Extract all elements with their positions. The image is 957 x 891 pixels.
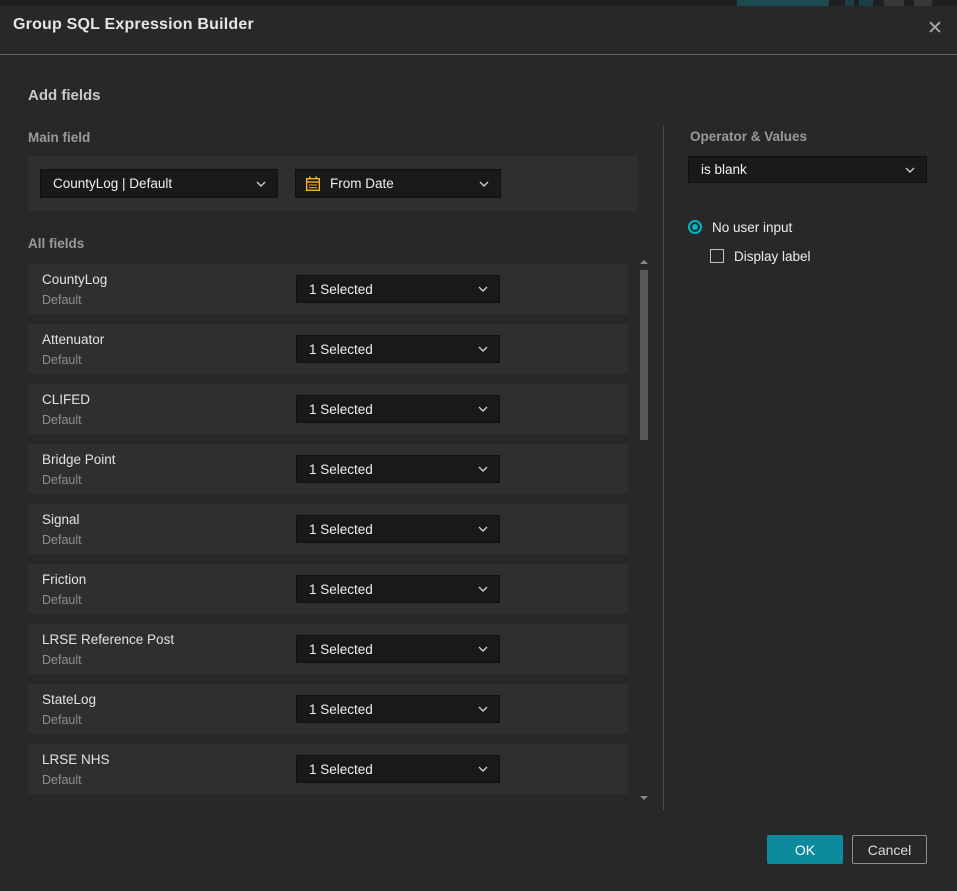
field-name: Attenuator — [42, 332, 104, 347]
field-name: Bridge Point — [42, 452, 116, 467]
field-selected-dropdown[interactable]: 1 Selected — [296, 635, 500, 663]
selected-count-value: 1 Selected — [297, 342, 373, 357]
ok-button[interactable]: OK — [767, 835, 843, 864]
no-user-input-option[interactable]: No user input — [688, 219, 792, 235]
selected-count-value: 1 Selected — [297, 402, 373, 417]
field-selected-dropdown[interactable]: 1 Selected — [296, 755, 500, 783]
field-name: LRSE NHS — [42, 752, 110, 767]
main-field-layer-select[interactable]: CountyLog | Default — [40, 169, 278, 198]
field-row: StateLog Default 1 Selected — [28, 684, 628, 734]
field-sublabel: Default — [42, 653, 82, 667]
background-fragment — [859, 0, 873, 6]
field-selected-dropdown[interactable]: 1 Selected — [296, 335, 500, 363]
operator-values-heading: Operator & Values — [690, 129, 807, 144]
field-selected-dropdown[interactable]: 1 Selected — [296, 275, 500, 303]
chevron-down-icon — [478, 406, 488, 412]
selected-count-value: 1 Selected — [297, 462, 373, 477]
display-label-label: Display label — [734, 249, 811, 264]
field-name: Signal — [42, 512, 80, 527]
selected-count-value: 1 Selected — [297, 282, 373, 297]
field-name: CLIFED — [42, 392, 90, 407]
selected-count-value: 1 Selected — [297, 642, 373, 657]
chevron-down-icon — [478, 286, 488, 292]
field-row: Bridge Point Default 1 Selected — [28, 444, 628, 494]
operator-select[interactable]: is blank — [688, 156, 927, 183]
field-sublabel: Default — [42, 593, 82, 607]
chevron-down-icon — [478, 766, 488, 772]
field-selected-dropdown[interactable]: 1 Selected — [296, 395, 500, 423]
radio-button[interactable] — [688, 220, 702, 234]
main-field-panel: CountyLog | Default From Date — [28, 156, 638, 211]
cancel-button[interactable]: Cancel — [852, 835, 927, 864]
background-fragment — [884, 0, 904, 6]
field-sublabel: Default — [42, 773, 82, 787]
field-row: Signal Default 1 Selected — [28, 504, 628, 554]
chevron-down-icon — [478, 646, 488, 652]
chevron-down-icon — [478, 586, 488, 592]
scroll-up-icon[interactable] — [640, 260, 648, 264]
field-name: StateLog — [42, 692, 96, 707]
chevron-down-icon — [256, 181, 266, 187]
radio-dot — [692, 224, 698, 230]
field-name: Friction — [42, 572, 86, 587]
scroll-down-icon[interactable] — [640, 796, 648, 800]
selected-count-value: 1 Selected — [297, 702, 373, 717]
checkbox[interactable] — [710, 249, 724, 263]
chevron-down-icon — [478, 526, 488, 532]
field-select-value: From Date — [321, 176, 394, 191]
background-fragment — [737, 0, 829, 6]
add-fields-heading: Add fields — [28, 87, 101, 104]
selected-count-value: 1 Selected — [297, 522, 373, 537]
chevron-down-icon — [478, 706, 488, 712]
field-name: LRSE Reference Post — [42, 632, 174, 647]
background-app-strip — [0, 0, 957, 6]
calendar-icon — [305, 176, 321, 192]
field-row: CountyLog Default 1 Selected — [28, 264, 628, 314]
field-name: CountyLog — [42, 272, 107, 287]
field-row: LRSE Reference Post Default 1 Selected — [28, 624, 628, 674]
selected-count-value: 1 Selected — [297, 762, 373, 777]
field-row: Friction Default 1 Selected — [28, 564, 628, 614]
chevron-down-icon — [479, 181, 489, 187]
all-fields-label: All fields — [28, 236, 84, 251]
field-row: Attenuator Default 1 Selected — [28, 324, 628, 374]
field-row: LRSE NHS Default 1 Selected — [28, 744, 628, 794]
field-sublabel: Default — [42, 353, 82, 367]
field-sublabel: Default — [42, 413, 82, 427]
list-scrollbar[interactable] — [639, 258, 649, 802]
field-sublabel: Default — [42, 473, 82, 487]
background-fragment — [845, 0, 854, 6]
scrollbar-thumb[interactable] — [640, 270, 648, 440]
field-row: CLIFED Default 1 Selected — [28, 384, 628, 434]
chevron-down-icon — [478, 466, 488, 472]
all-fields-list: CountyLog Default 1 Selected Attenuator … — [28, 264, 628, 804]
chevron-down-icon — [905, 167, 915, 173]
field-sublabel: Default — [42, 713, 82, 727]
section-divider — [663, 125, 664, 810]
layer-select-value: CountyLog | Default — [41, 176, 172, 191]
chevron-down-icon — [478, 346, 488, 352]
field-selected-dropdown[interactable]: 1 Selected — [296, 455, 500, 483]
close-icon[interactable]: ✕ — [921, 14, 949, 42]
dialog-title: Group SQL Expression Builder — [13, 16, 254, 34]
field-sublabel: Default — [42, 293, 82, 307]
background-fragment — [914, 0, 932, 6]
header-divider — [0, 54, 957, 55]
field-selected-dropdown[interactable]: 1 Selected — [296, 695, 500, 723]
display-label-option[interactable]: Display label — [710, 248, 811, 264]
main-field-label: Main field — [28, 130, 90, 145]
main-field-field-select[interactable]: From Date — [295, 169, 501, 198]
selected-count-value: 1 Selected — [297, 582, 373, 597]
field-selected-dropdown[interactable]: 1 Selected — [296, 575, 500, 603]
field-selected-dropdown[interactable]: 1 Selected — [296, 515, 500, 543]
operator-select-value: is blank — [689, 162, 747, 177]
field-sublabel: Default — [42, 533, 82, 547]
no-user-input-label: No user input — [712, 220, 792, 235]
group-sql-expression-builder-dialog: { "dialog": { "title": "Group SQL Expres… — [0, 0, 957, 891]
